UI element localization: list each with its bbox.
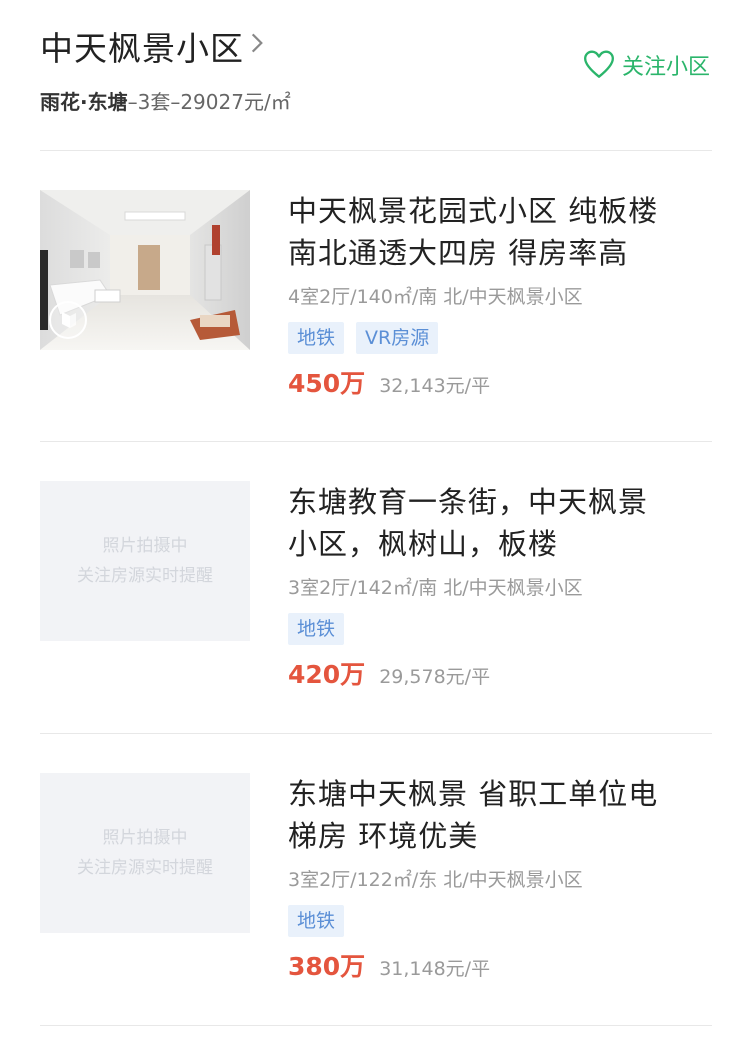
listing-price: 380万 xyxy=(288,952,366,981)
tag-vr: VR房源 xyxy=(356,322,439,354)
listing-meta: 3室2厅/122㎡/东 北/中天枫景小区 xyxy=(288,869,583,891)
community-summary: –3套–29027元/㎡ xyxy=(127,90,291,114)
price-row: 450万 32,143元/平 xyxy=(288,364,708,402)
heart-outline-icon xyxy=(584,50,614,78)
listing-info: 东塘教育一条街，中天枫景 小区，枫树山，板楼 3室2厅/142㎡/南 北/中天枫… xyxy=(288,481,708,693)
listing-item[interactable]: 中天枫景花园式小区 纯板楼 南北通透大四房 得房率高 4室2厅/140㎡/南 北… xyxy=(0,190,746,480)
listing-title-line2: 小区，枫树山，板楼 xyxy=(288,527,559,561)
listing-meta: 3室2厅/142㎡/南 北/中天枫景小区 xyxy=(288,577,583,599)
placeholder-line1: 照片拍摄中 xyxy=(102,536,188,556)
community-district: 雨花·东塘 xyxy=(40,90,128,114)
divider xyxy=(40,733,712,734)
listing-title-line1: 中天枫景花园式小区 纯板楼 xyxy=(288,194,659,228)
listing-unit-price: 32,143元/平 xyxy=(379,375,491,397)
listing-tags: 地铁 VR房源 xyxy=(288,322,708,354)
listing-title: 东塘中天枫景 省职工单位电 梯房 环境优美 xyxy=(288,773,708,857)
community-title[interactable]: 中天枫景小区 xyxy=(40,22,244,70)
price-row: 380万 31,148元/平 xyxy=(288,947,708,985)
listing-meta: 4室2厅/140㎡/南 北/中天枫景小区 xyxy=(288,286,583,308)
listing-tags: 地铁 xyxy=(288,613,708,645)
tag-subway: 地铁 xyxy=(288,905,345,937)
listing-info: 中天枫景花园式小区 纯板楼 南北通透大四房 得房率高 4室2厅/140㎡/南 北… xyxy=(288,190,708,402)
community-subline: 雨花·东塘–3套–29027元/㎡ xyxy=(40,86,291,115)
listing-unit-price: 31,148元/平 xyxy=(379,958,491,980)
listing-title: 中天枫景花园式小区 纯板楼 南北通透大四房 得房率高 xyxy=(288,190,708,274)
chevron-right-icon[interactable] xyxy=(244,30,270,56)
listing-item[interactable]: 照片拍摄中 关注房源实时提醒 东塘中天枫景 省职工单位电 梯房 环境优美 3室2… xyxy=(0,773,746,1063)
listing-tags: 地铁 xyxy=(288,905,708,937)
price-row: 420万 29,578元/平 xyxy=(288,655,708,693)
placeholder-line2: 关注房源实时提醒 xyxy=(77,566,213,586)
photo-placeholder[interactable]: 照片拍摄中 关注房源实时提醒 xyxy=(40,773,250,933)
listing-title: 东塘教育一条街，中天枫景 小区，枫树山，板楼 xyxy=(288,481,708,565)
listing-info: 东塘中天枫景 省职工单位电 梯房 环境优美 3室2厅/122㎡/东 北/中天枫景… xyxy=(288,773,708,985)
listing-item[interactable]: 照片拍摄中 关注房源实时提醒 东塘教育一条街，中天枫景 小区，枫树山，板楼 3室… xyxy=(0,481,746,771)
vr-play-icon[interactable] xyxy=(48,300,88,340)
divider xyxy=(40,441,712,442)
listing-price: 420万 xyxy=(288,660,366,689)
follow-community-button[interactable]: 关注小区 xyxy=(582,48,710,82)
photo-placeholder[interactable]: 照片拍摄中 关注房源实时提醒 xyxy=(40,481,250,641)
listing-unit-price: 29,578元/平 xyxy=(379,666,491,688)
listing-title-line2: 南北通透大四房 得房率高 xyxy=(288,236,629,270)
placeholder-line1: 照片拍摄中 xyxy=(102,828,188,848)
listing-photo[interactable] xyxy=(40,190,250,350)
tag-subway: 地铁 xyxy=(288,322,345,354)
listing-price: 450万 xyxy=(288,369,366,398)
follow-label: 关注小区 xyxy=(621,55,710,80)
divider xyxy=(40,1025,712,1026)
listing-title-line2: 梯房 环境优美 xyxy=(288,819,479,853)
listing-title-line1: 东塘教育一条街，中天枫景 xyxy=(288,485,649,519)
tag-subway: 地铁 xyxy=(288,613,345,645)
community-header: 中天枫景小区 雨花·东塘–3套–29027元/㎡ 关注小区 xyxy=(0,0,746,150)
listing-title-line1: 东塘中天枫景 省职工单位电 xyxy=(288,777,659,811)
divider xyxy=(40,150,712,151)
placeholder-line2: 关注房源实时提醒 xyxy=(77,858,213,878)
